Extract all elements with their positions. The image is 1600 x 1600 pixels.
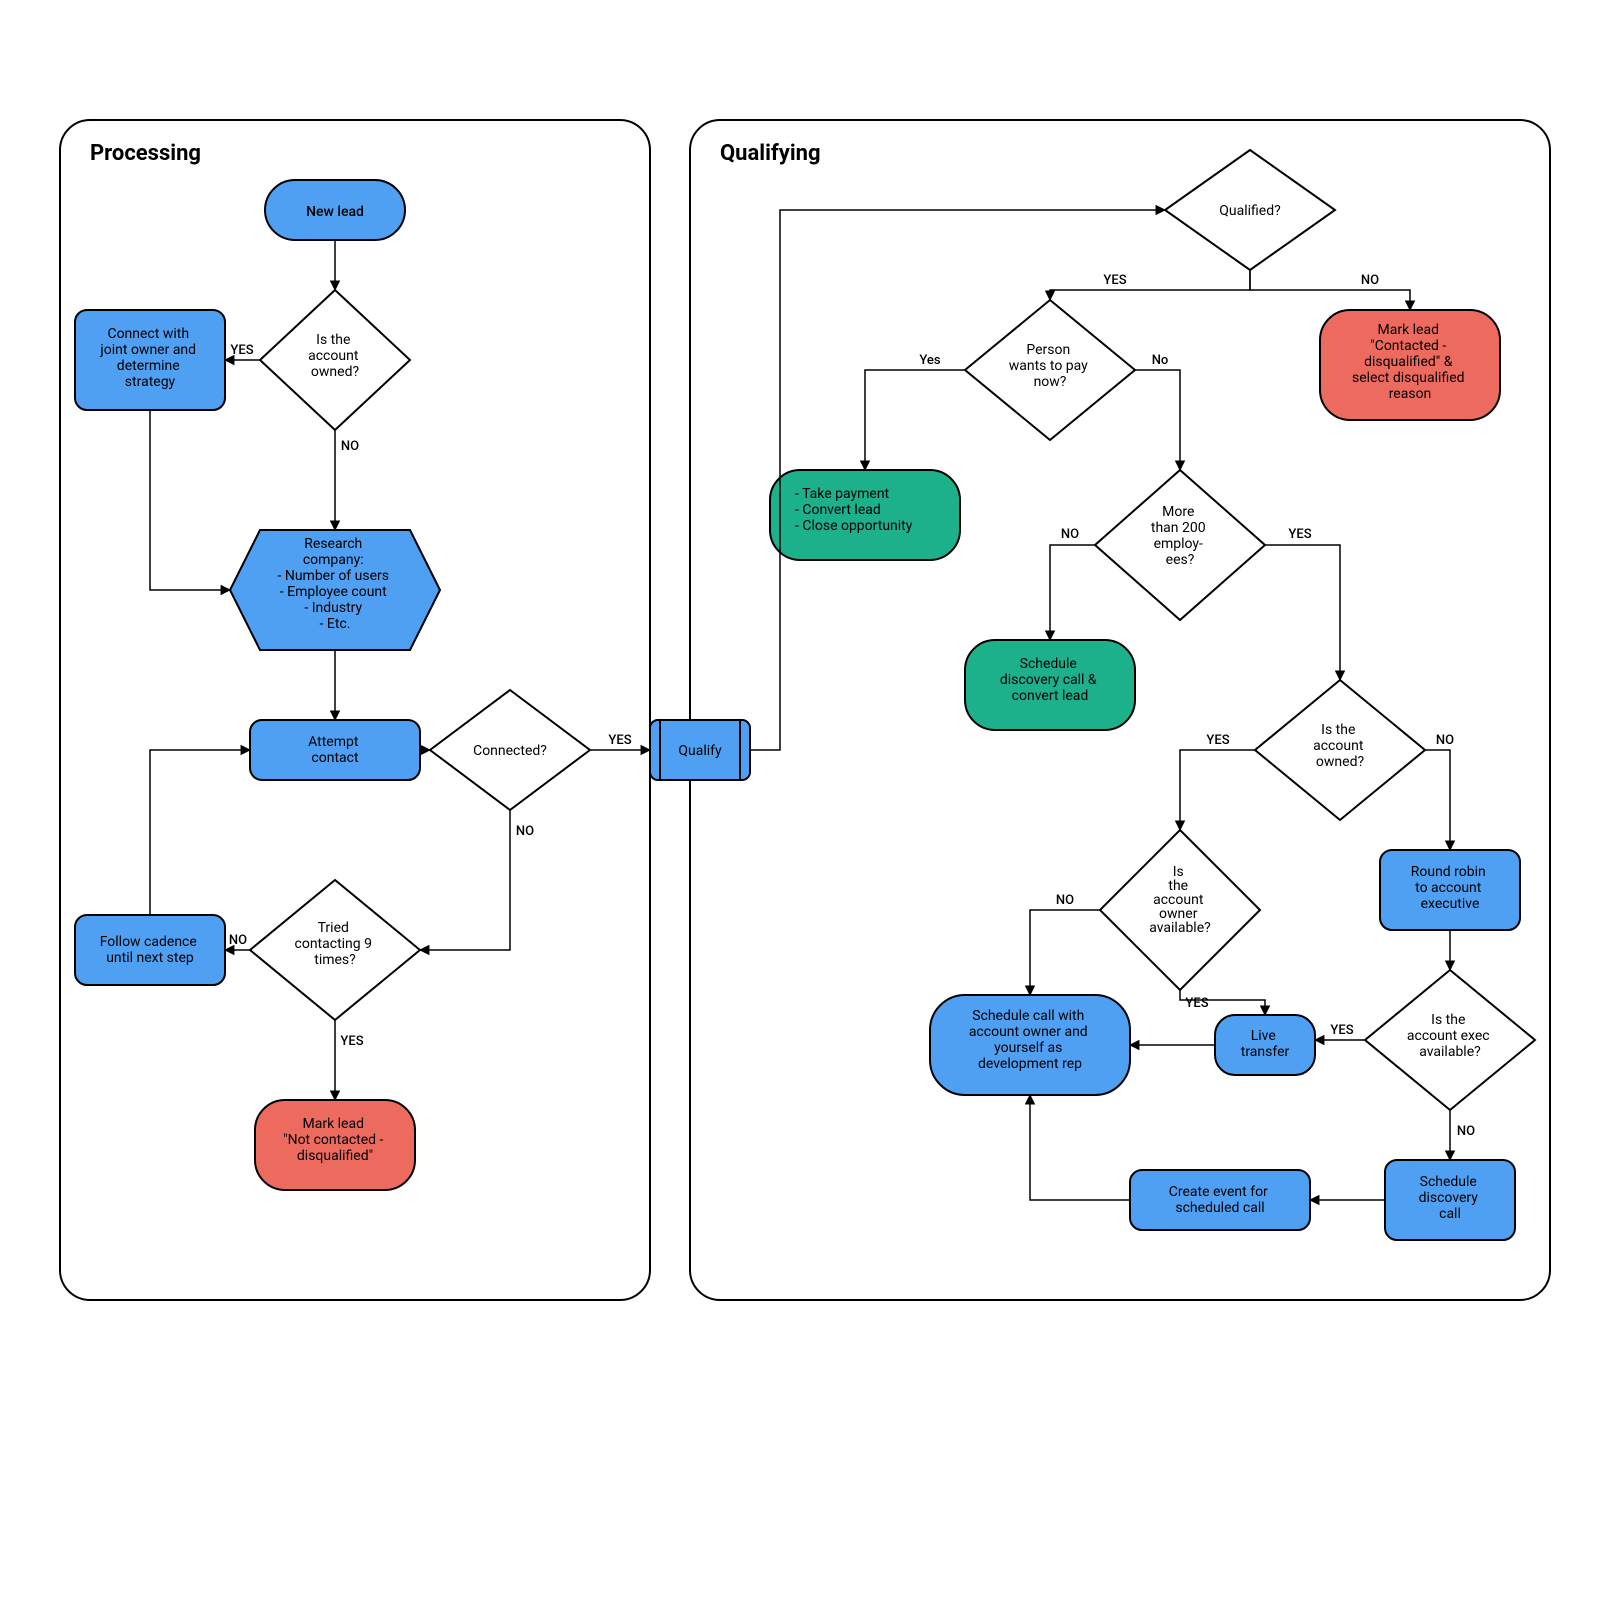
- edge-200-no-schedconv: [1050, 545, 1095, 640]
- node-connected: Connected?: [430, 690, 590, 810]
- edge-owneravail-no-sched: [1030, 910, 1100, 995]
- node-is-owned-1: Is the account owned?: [260, 290, 410, 430]
- svg-text:Follow cadence until nex: Follow cadence until next step: [100, 934, 201, 966]
- svg-text:Connected?: Connected?: [473, 743, 547, 759]
- svg-text:Is the account own: Is the account owned?: [308, 332, 362, 380]
- node-round-robin: Round robin to account executive: [1380, 850, 1520, 930]
- node-connect-joint: Connect with joint owner and determine s…: [75, 310, 225, 410]
- flowchart-canvas: Processing Qualifying New lead Is the ac…: [0, 0, 1600, 1600]
- node-mark-not-contacted: Mark lead "Not contacted - disqualified": [255, 1100, 415, 1190]
- label-owned-no: NO: [341, 439, 359, 454]
- node-take-payment: - Take payment - Convert lead - Close op…: [770, 470, 960, 560]
- node-research: Research company: - Number of users - Em…: [230, 530, 440, 650]
- node-schedule-disc: Schedule discovery call: [1385, 1160, 1515, 1240]
- label-connected-no: NO: [516, 824, 534, 839]
- edge-qualified-yes-pay: [1050, 270, 1250, 300]
- edge-qualified-no-disq: [1250, 270, 1410, 310]
- svg-text:Qualify: Qualify: [678, 743, 722, 759]
- edge-cadence-attempt: [150, 750, 250, 915]
- node-live-transfer: Live transfer: [1215, 1015, 1315, 1075]
- group-qualifying-title: Qualifying: [720, 141, 821, 166]
- label-connected-yes: YES: [608, 733, 631, 748]
- svg-text:Round robin to account: Round robin to account executive: [1411, 864, 1490, 912]
- edge-pay-no-200: [1135, 370, 1180, 470]
- node-tried-9: Tried contacting 9 times?: [250, 880, 420, 1020]
- node-create-event: Create event for scheduled call: [1130, 1170, 1310, 1230]
- label-owned2-no: NO: [1436, 733, 1454, 748]
- label-qualified-no: NO: [1361, 273, 1379, 288]
- svg-text:Is the account own: Is the account owned?: [1313, 722, 1367, 770]
- edge-200-yes-owned2: [1265, 545, 1340, 680]
- node-schedule-call-dev: Schedule call with account owner and you…: [930, 995, 1130, 1095]
- node-exec-avail: Is the account exec available?: [1365, 970, 1535, 1110]
- node-is-owned-2: Is the account owned?: [1255, 680, 1425, 820]
- node-follow-cadence: Follow cadence until next step: [75, 915, 225, 985]
- edge-joint-research: [150, 410, 230, 590]
- label-pay-yes: Yes: [919, 353, 940, 368]
- svg-text:Create event for schedul: Create event for scheduled call: [1169, 1184, 1272, 1216]
- label-200-yes: YES: [1288, 527, 1311, 542]
- svg-text:New lead: New lead: [306, 204, 364, 220]
- label-tried-no: NO: [229, 933, 247, 948]
- node-qualify: Qualify: [650, 720, 750, 780]
- group-processing-title: Processing: [90, 141, 201, 166]
- label-qualified-yes: YES: [1103, 273, 1126, 288]
- label-owned2-yes: YES: [1206, 733, 1229, 748]
- svg-text:Attempt contact: Attempt contact: [308, 734, 362, 766]
- label-execavail-yes: YES: [1330, 1023, 1353, 1038]
- label-owneravail-no: NO: [1056, 893, 1074, 908]
- node-more-200: More than 200 employ- ees?: [1095, 470, 1265, 620]
- svg-text:Qualified?: Qualified?: [1219, 203, 1281, 219]
- label-pay-no: No: [1152, 353, 1169, 368]
- edge-connected-no-tried: [420, 810, 510, 950]
- edge-pay-yes-take: [865, 370, 965, 470]
- edge-owned2-yes-owneravail: [1180, 750, 1255, 830]
- label-execavail-no: NO: [1457, 1124, 1475, 1139]
- node-qualified: Qualified?: [1165, 150, 1335, 270]
- label-200-no: NO: [1061, 527, 1079, 542]
- label-owneravail-yes: YES: [1185, 996, 1208, 1011]
- node-new-lead: New lead: [265, 180, 405, 240]
- node-mark-disq: Mark lead "Contacted - disqualified" & s…: [1320, 310, 1500, 420]
- edge-owned2-no-rr: [1425, 750, 1450, 850]
- node-owner-avail: Is the account owner available?: [1100, 830, 1260, 990]
- label-tried-yes: YES: [340, 1034, 363, 1049]
- label-owned-yes: YES: [230, 343, 253, 358]
- node-schedule-disc-convert: Schedule discovery call & convert lead: [965, 640, 1135, 730]
- node-attempt: Attempt contact: [250, 720, 420, 780]
- edge-createevent-scheddev: [1030, 1095, 1130, 1200]
- node-wants-pay: Person wants to pay now?: [965, 300, 1135, 440]
